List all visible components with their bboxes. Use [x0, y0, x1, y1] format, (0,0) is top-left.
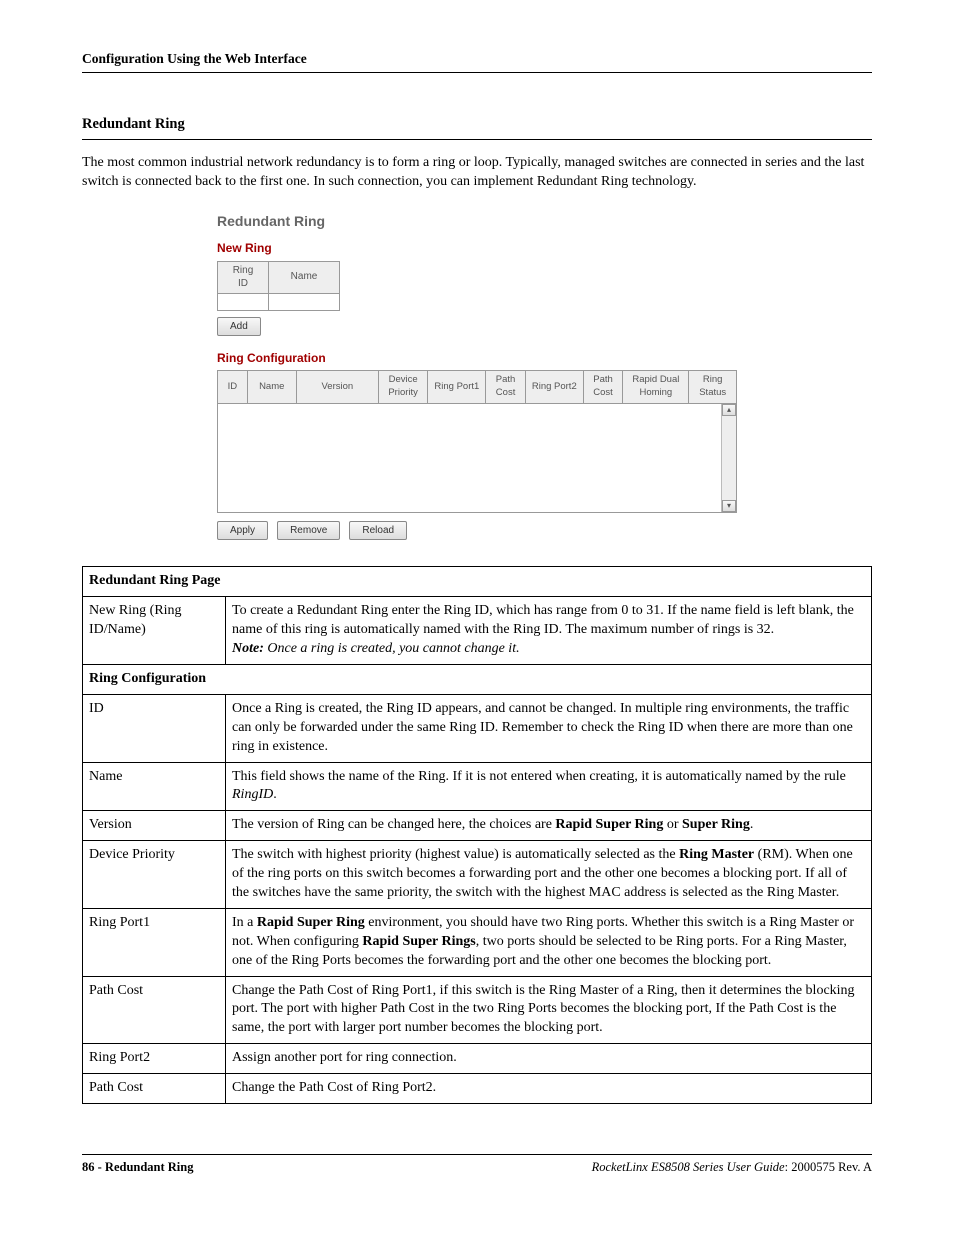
txt: or [663, 817, 682, 832]
mock-title: Redundant Ring [217, 212, 737, 231]
row-label-name: Name [83, 762, 226, 811]
row-label-version: Version [83, 811, 226, 841]
row-desc-path-cost1: Change the Path Cost of Ring Port1, if t… [226, 976, 872, 1044]
row-desc-new-ring: To create a Redundant Ring enter the Rin… [226, 597, 872, 665]
row-desc-path-cost2: Change the Path Cost of Ring Port2. [226, 1074, 872, 1104]
th-ring-port1: Ring Port1 [428, 371, 486, 404]
txt-bold: Rapid Super Rings [362, 934, 475, 949]
footer-rev: : 2000575 Rev. A [785, 1160, 872, 1174]
mock-remove-button[interactable]: Remove [277, 521, 340, 541]
row-label-new-ring: New Ring (Ring ID/Name) [83, 597, 226, 665]
th-version: Version [296, 371, 378, 404]
row-desc-ring-port2: Assign another port for ring connection. [226, 1044, 872, 1074]
mock-add-button[interactable]: Add [217, 317, 261, 337]
txt-bold: Ring Master [679, 847, 754, 862]
txt-bold: Rapid Super Ring [555, 817, 663, 832]
mock-new-ring-heading: New Ring [217, 240, 737, 256]
th-path-cost2: Path Cost [583, 371, 623, 404]
th-rapid-dual-homing: Rapid Dual Homing [623, 371, 689, 404]
scroll-up-icon[interactable]: ▴ [722, 404, 736, 416]
page-header: Configuration Using the Web Interface [82, 50, 872, 73]
note-label: Note: [232, 641, 264, 656]
txt: The version of Ring can be changed here,… [232, 817, 555, 832]
row-label-id: ID [83, 694, 226, 762]
txt: . [273, 787, 277, 802]
txt: In a [232, 915, 257, 930]
row-label-ring-port1: Ring Port1 [83, 908, 226, 976]
row-label-path-cost2: Path Cost [83, 1074, 226, 1104]
table-subheading: Ring Configuration [83, 665, 872, 695]
mock-new-ring-table: Ring ID Name [217, 261, 340, 311]
th-id: ID [218, 371, 248, 404]
new-ring-desc: To create a Redundant Ring enter the Rin… [232, 603, 854, 637]
th-path-cost1: Path Cost [486, 371, 526, 404]
page-footer: 86 - Redundant Ring RocketLinx ES8508 Se… [82, 1154, 872, 1176]
txt-bold: Super Ring [682, 817, 750, 832]
section-title: Redundant Ring [82, 115, 872, 140]
mock-ring-cfg-table-body: ▴ ▾ [217, 404, 737, 513]
mock-input-ringid[interactable] [218, 293, 269, 310]
row-desc-device-priority: The switch with highest priority (highes… [226, 841, 872, 909]
intro-paragraph: The most common industrial network redun… [82, 154, 872, 192]
row-label-path-cost1: Path Cost [83, 976, 226, 1044]
txt: . [750, 817, 754, 832]
row-desc-ring-port1: In a Rapid Super Ring environment, you s… [226, 908, 872, 976]
scroll-down-icon[interactable]: ▾ [722, 500, 736, 512]
th-ring-status: Ring Status [689, 371, 737, 404]
txt: This field shows the name of the Ring. I… [232, 769, 846, 784]
footer-left: 86 - Redundant Ring [82, 1159, 194, 1176]
mock-reload-button[interactable]: Reload [349, 521, 407, 541]
txt: The switch with highest priority (highes… [232, 847, 679, 862]
footer-right: RocketLinx ES8508 Series User Guide: 200… [592, 1159, 872, 1176]
footer-guide-title: RocketLinx ES8508 Series User Guide [592, 1160, 785, 1174]
mock-ring-cfg-table-header: ID Name Version Device Priority Ring Por… [217, 370, 737, 404]
note-text: Once a ring is created, you cannot chang… [267, 641, 519, 656]
th-ring-port2: Ring Port2 [525, 371, 583, 404]
th-name: Name [247, 371, 296, 404]
mock-ring-cfg-heading: Ring Configuration [217, 350, 737, 366]
table-heading-page: Redundant Ring Page [83, 567, 872, 597]
mock-col-name: Name [269, 261, 340, 293]
txt-bold: Rapid Super Ring [257, 915, 365, 930]
row-label-ring-port2: Ring Port2 [83, 1044, 226, 1074]
row-label-device-priority: Device Priority [83, 841, 226, 909]
th-device-priority: Device Priority [378, 371, 428, 404]
mock-scrollbar[interactable]: ▴ ▾ [721, 404, 736, 512]
mock-input-name[interactable] [269, 293, 340, 310]
row-desc-version: The version of Ring can be changed here,… [226, 811, 872, 841]
mock-col-ringid: Ring ID [218, 261, 269, 293]
redundant-ring-screenshot: Redundant Ring New Ring Ring ID Name Add… [217, 206, 737, 547]
row-desc-id: Once a Ring is created, the Ring ID appe… [226, 694, 872, 762]
description-table: Redundant Ring Page New Ring (Ring ID/Na… [82, 566, 872, 1104]
row-desc-name: This field shows the name of the Ring. I… [226, 762, 872, 811]
mock-apply-button[interactable]: Apply [217, 521, 268, 541]
txt-em: RingID [232, 787, 273, 802]
